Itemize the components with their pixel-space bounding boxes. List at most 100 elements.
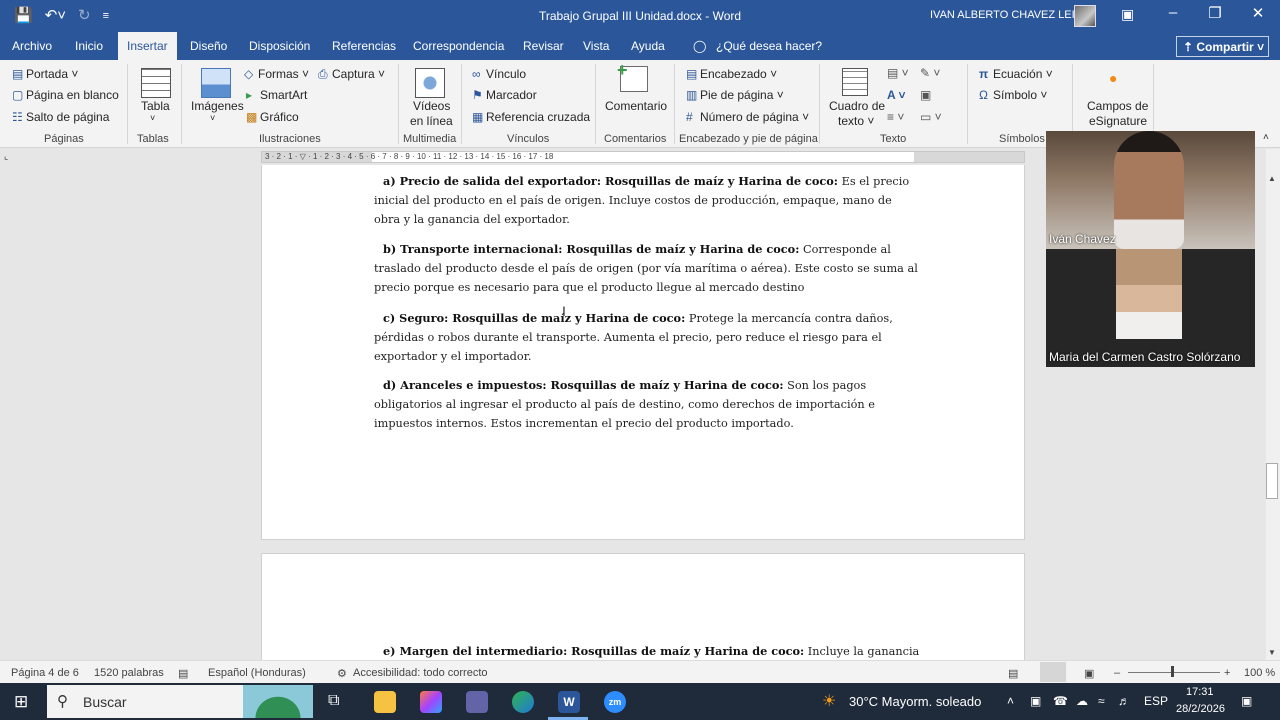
clock-date[interactable]: 28/2/2026 bbox=[1176, 703, 1225, 715]
proofing-icon[interactable]: ▤ bbox=[178, 667, 188, 680]
captura-button[interactable]: ⎙ Captura ˅ bbox=[318, 67, 385, 82]
tab-vista[interactable]: Vista bbox=[583, 39, 609, 53]
camera-icon[interactable]: ▣ bbox=[1030, 694, 1041, 708]
notifications-icon[interactable]: ▣ bbox=[1241, 694, 1252, 708]
simbolo-button[interactable]: Ω Símbolo ˅ bbox=[979, 88, 1047, 102]
cuadro-texto-line2[interactable]: texto ˅ bbox=[838, 114, 874, 128]
wordart-icon[interactable]: A ˅ bbox=[887, 88, 906, 102]
page-number-button[interactable]: # Número de página ˅ bbox=[686, 110, 809, 124]
cross-reference-button[interactable]: ▦ Referencia cruzada bbox=[472, 110, 590, 124]
collapse-ribbon-icon[interactable]: ˄ bbox=[1263, 132, 1269, 143]
page-count[interactable]: Página 4 de 6 bbox=[11, 667, 79, 679]
encabezado-button[interactable]: ▤ Encabezado ˅ bbox=[686, 67, 777, 81]
accessibility-status[interactable]: Accesibilidad: todo correcto bbox=[353, 667, 488, 679]
signature-line-icon[interactable]: ✎ ˅ bbox=[920, 66, 940, 80]
tab-ayuda[interactable]: Ayuda bbox=[631, 39, 665, 53]
scroll-down-icon[interactable]: ▼ bbox=[1268, 648, 1276, 657]
grafico-button[interactable]: ▩ Gráfico bbox=[246, 110, 299, 124]
tab-correspondencia[interactable]: Correspondencia bbox=[413, 39, 504, 53]
video-call-overlay[interactable]: Iván Chavez Maria del Carmen Castro Soló… bbox=[1046, 131, 1255, 367]
zoom-in-icon[interactable]: + bbox=[1224, 667, 1230, 679]
scrollbar-thumb[interactable] bbox=[1266, 463, 1278, 499]
taskbar-search[interactable]: ⚲ Buscar bbox=[47, 685, 313, 718]
task-view-icon[interactable]: ⧉ bbox=[328, 692, 339, 710]
paragraph-e[interactable]: e) Margen del intermediario: Rosquillas … bbox=[374, 642, 919, 660]
zoom-out-icon[interactable]: – bbox=[1114, 667, 1120, 679]
weather-text[interactable]: 30°C Mayorm. soleado bbox=[849, 694, 981, 709]
horizontal-ruler[interactable]: 3 · 2 · 1 · ▽ · 1 · 2 · 3 · 4 · 5 · 6 · … bbox=[261, 151, 1025, 163]
tab-disposicion[interactable]: Disposición bbox=[249, 39, 310, 53]
ribbon-display-options-icon[interactable]: ▣ bbox=[1121, 6, 1134, 23]
portada-button[interactable]: ▤ Portada ˅ bbox=[12, 67, 78, 81]
microphone-icon[interactable]: ☎ bbox=[1053, 694, 1068, 708]
esignature-line2[interactable]: eSignature bbox=[1089, 114, 1147, 128]
object-icon[interactable]: ▭ ˅ bbox=[920, 110, 942, 124]
smartart-button[interactable]: ▸ SmartArt bbox=[246, 88, 307, 102]
tab-insertar[interactable]: Insertar bbox=[118, 32, 177, 60]
marcador-button[interactable]: ⚑ Marcador bbox=[472, 88, 537, 102]
page[interactable]: a) Precio de salida del exportador: Rosq… bbox=[261, 165, 1025, 540]
print-layout-icon[interactable] bbox=[1040, 662, 1066, 682]
page-break-button[interactable]: ☷ Salto de página bbox=[12, 110, 109, 124]
tab-referencias[interactable]: Referencias bbox=[332, 39, 396, 53]
formas-button[interactable]: ◇ Formas ˅ bbox=[244, 67, 309, 81]
paragraph-a[interactable]: a) Precio de salida del exportador: Rosq… bbox=[374, 172, 919, 229]
tab-diseno[interactable]: Diseño bbox=[190, 39, 227, 53]
zoom-level[interactable]: 100 % bbox=[1244, 667, 1275, 679]
show-hidden-icons-icon[interactable]: ˄ bbox=[1007, 694, 1014, 708]
chevron-down-icon[interactable]: ˅ bbox=[150, 113, 155, 123]
copilot-icon[interactable] bbox=[420, 691, 442, 713]
participant-tile[interactable]: Maria del Carmen Castro Solórzano bbox=[1046, 249, 1255, 367]
paragraph-c[interactable]: c) Seguro: Rosquillas de maíz y Harina d… bbox=[374, 309, 919, 366]
user-name[interactable]: IVAN ALBERTO CHAVEZ LEIVA bbox=[930, 9, 1089, 21]
close-icon[interactable]: ✕ bbox=[1243, 4, 1273, 22]
tab-revisar[interactable]: Revisar bbox=[523, 39, 564, 53]
volume-icon[interactable]: ♬ bbox=[1118, 694, 1130, 708]
vinculo-button[interactable]: ∞ Vínculo bbox=[472, 67, 526, 81]
quick-parts-icon[interactable]: ▤ ˅ bbox=[887, 66, 909, 80]
scroll-up-icon[interactable]: ▲ bbox=[1268, 174, 1276, 183]
pie-pagina-button[interactable]: ▥ Pie de página ˅ bbox=[686, 88, 784, 102]
cuadro-texto-line1[interactable]: Cuadro de bbox=[829, 99, 885, 113]
zoom-app-icon[interactable]: zm bbox=[604, 691, 626, 713]
page[interactable]: e) Margen del intermediario: Rosquillas … bbox=[261, 553, 1025, 660]
esignature-line1[interactable]: Campos de bbox=[1087, 99, 1148, 113]
tell-me-search[interactable]: ¿Qué desea hacer? bbox=[716, 39, 822, 53]
tab-selector-icon[interactable]: ⌞ bbox=[4, 151, 16, 163]
windows-start-icon[interactable]: ⊞ bbox=[14, 692, 28, 712]
word-icon[interactable]: W bbox=[558, 691, 580, 713]
comentario-button[interactable]: Comentario bbox=[605, 99, 667, 113]
clock-time[interactable]: 17:31 bbox=[1186, 686, 1214, 698]
participant-tile[interactable]: Iván Chavez bbox=[1046, 131, 1255, 249]
vertical-scrollbar[interactable]: ▲ ▼ bbox=[1266, 149, 1280, 660]
read-mode-icon[interactable]: ▤ bbox=[1008, 667, 1018, 680]
videos-line1[interactable]: Vídeos bbox=[413, 99, 450, 113]
blank-page-button[interactable]: ▢ Página en blanco bbox=[12, 88, 119, 102]
edge-icon[interactable] bbox=[512, 691, 534, 713]
onedrive-icon[interactable]: ☁ bbox=[1076, 694, 1088, 708]
tabla-button[interactable]: Tabla bbox=[141, 99, 170, 113]
restore-icon[interactable]: ❐ bbox=[1200, 4, 1230, 22]
imagenes-button[interactable]: Imágenes bbox=[191, 99, 244, 113]
chevron-down-icon[interactable]: ˅ bbox=[210, 113, 215, 123]
tab-archivo[interactable]: Archivo bbox=[12, 39, 52, 53]
file-explorer-icon[interactable] bbox=[374, 691, 396, 713]
paragraph-b[interactable]: b) Transporte internacional: Rosquillas … bbox=[374, 240, 919, 297]
ecuacion-button[interactable]: π Ecuación ˅ bbox=[979, 67, 1053, 81]
word-count[interactable]: 1520 palabras bbox=[94, 667, 164, 679]
web-layout-icon[interactable]: ▣ bbox=[1084, 667, 1094, 680]
videos-line2[interactable]: en línea bbox=[410, 114, 453, 128]
paragraph-d[interactable]: d) Aranceles e impuestos: Rosquillas de … bbox=[374, 376, 919, 433]
zoom-slider[interactable] bbox=[1128, 672, 1220, 673]
language[interactable]: Español (Honduras) bbox=[208, 667, 306, 679]
drop-cap-icon[interactable]: ≡ ˅ bbox=[887, 110, 904, 124]
teams-icon[interactable] bbox=[466, 691, 488, 713]
avatar[interactable] bbox=[1074, 5, 1096, 27]
input-language[interactable]: ESP bbox=[1144, 694, 1168, 708]
zoom-slider-thumb[interactable] bbox=[1171, 666, 1174, 677]
share-button[interactable]: ⇡ Compartir ˅ bbox=[1176, 36, 1269, 57]
minimize-icon[interactable]: – bbox=[1158, 4, 1188, 21]
tab-inicio[interactable]: Inicio bbox=[75, 39, 103, 53]
date-time-icon[interactable]: ▣ bbox=[920, 88, 931, 102]
wifi-icon[interactable]: ≈ bbox=[1098, 694, 1105, 708]
